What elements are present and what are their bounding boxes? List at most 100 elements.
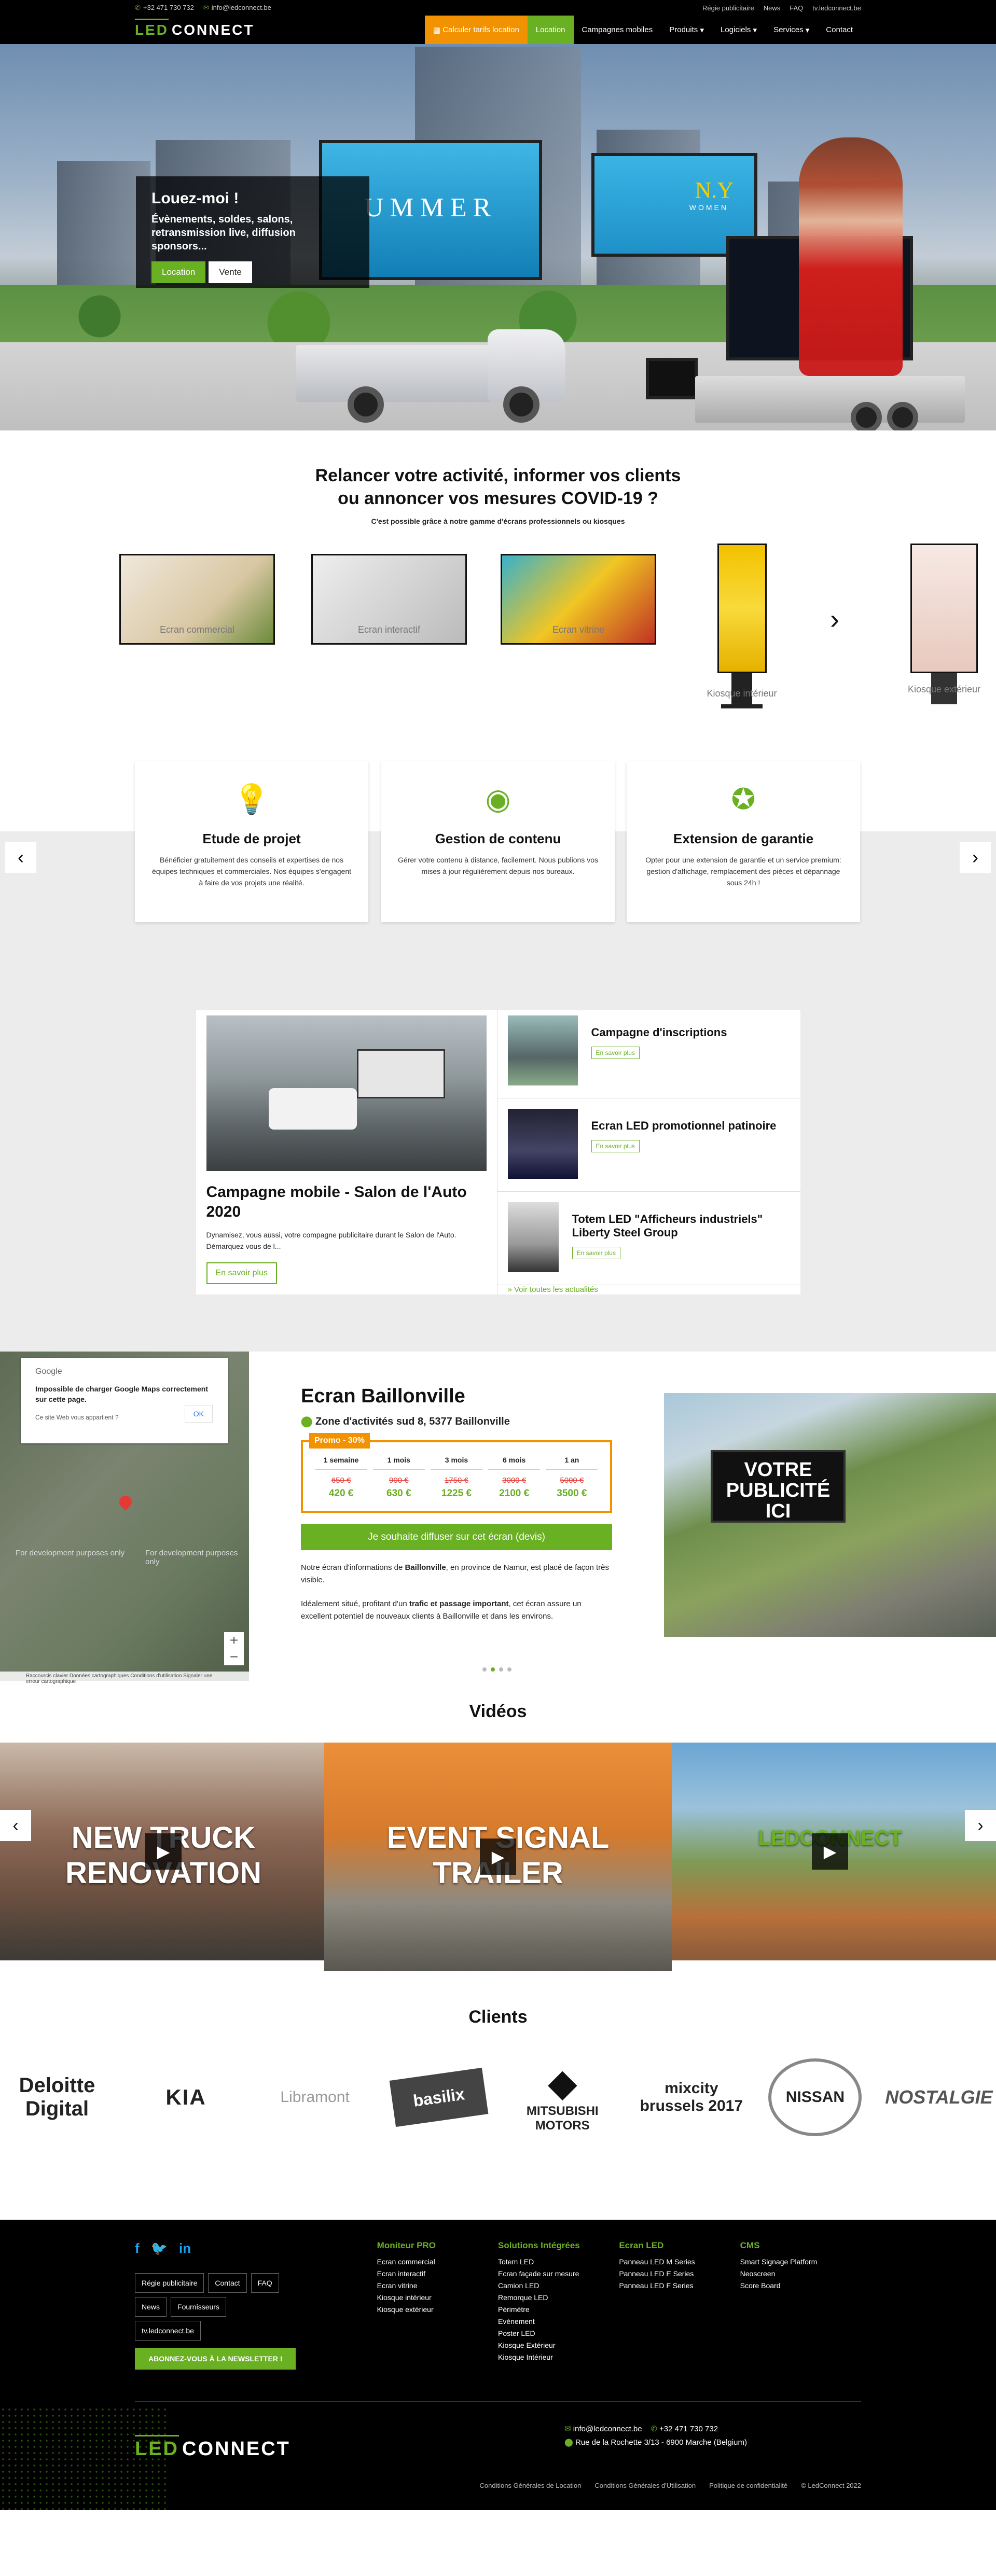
product-ecran-vitrine[interactable]: Ecran vitrine bbox=[501, 544, 656, 645]
price-col: 3 mois 1750 €1225 € bbox=[430, 1456, 482, 1499]
newsletter-button[interactable]: ABONNEZ-VOUS À LA NEWSLETTER ! bbox=[135, 2348, 296, 2370]
carousel-dot[interactable] bbox=[491, 1667, 495, 1672]
chevron-right-icon[interactable]: › bbox=[960, 842, 991, 873]
legal-link-privacy[interactable]: Politique de confidentialité bbox=[709, 2482, 787, 2489]
footer-phone-link[interactable]: +32 471 730 732 bbox=[659, 2425, 718, 2433]
chevron-right-icon[interactable]: › bbox=[965, 1810, 996, 1841]
footer-button-regie[interactable]: Régie publicitaire bbox=[135, 2273, 204, 2293]
read-more-button[interactable]: En savoir plus bbox=[572, 1247, 620, 1259]
price-col: 1 semaine 650 €420 € bbox=[315, 1456, 367, 1499]
nav-contact[interactable]: Contact bbox=[818, 16, 861, 44]
footer-email-link[interactable]: info@ledconnect.be bbox=[573, 2425, 642, 2433]
nav-location[interactable]: Location bbox=[527, 16, 574, 44]
play-icon[interactable]: ▶ bbox=[145, 1833, 182, 1870]
footer-link[interactable]: Poster LED bbox=[498, 2328, 619, 2340]
screen-info: Ecran Baillonville ⬤ Zone d'activités su… bbox=[249, 1352, 664, 1681]
twitter-icon[interactable]: 🐦 bbox=[151, 2240, 168, 2257]
nav-services[interactable]: Services ▾ bbox=[765, 16, 818, 44]
chevron-left-icon[interactable]: ‹ bbox=[0, 1810, 31, 1841]
hero-title: Louez-moi ! bbox=[151, 190, 239, 207]
nav-logiciels[interactable]: Logiciels ▾ bbox=[712, 16, 765, 44]
footer-link[interactable]: Périmètre bbox=[498, 2304, 619, 2316]
product-ecran-interactif[interactable]: Ecran interactif bbox=[311, 544, 467, 645]
video-card[interactable]: NEW TRUCK RENOVATION ▶ bbox=[0, 1743, 327, 1960]
location-button[interactable]: Location bbox=[151, 261, 206, 283]
footer-link[interactable]: Panneau LED M Series bbox=[619, 2256, 740, 2268]
footer-link[interactable]: Panneau LED F Series bbox=[619, 2280, 740, 2292]
footer-link[interactable]: Ecran vitrine bbox=[377, 2280, 498, 2292]
email-link[interactable]: ✉ info@ledconnect.be bbox=[203, 4, 271, 12]
screen-photo: VOTRE PUBLICITÉ ICI bbox=[664, 1393, 996, 1637]
nav-produits[interactable]: Produits ▾ bbox=[661, 16, 712, 44]
footer-link[interactable]: Totem LED bbox=[498, 2256, 619, 2268]
read-more-button[interactable]: En savoir plus bbox=[206, 1262, 277, 1284]
zoom-out-button[interactable]: − bbox=[224, 1649, 244, 1665]
facebook-icon[interactable]: f bbox=[135, 2240, 140, 2257]
price-table: Promo - 30% 1 semaine 650 €420 € 1 mois 90… bbox=[301, 1433, 612, 1513]
legal-link-utilisation[interactable]: Conditions Générales d'Utilisation bbox=[594, 2482, 696, 2489]
nav-campagnes[interactable]: Campagnes mobiles bbox=[574, 16, 661, 44]
map-pin-icon[interactable] bbox=[117, 1493, 134, 1511]
footer-contact: ✉ info@ledconnect.be ✆ +32 471 730 732 ⬤… bbox=[564, 2425, 747, 2447]
ok-button[interactable]: OK bbox=[184, 1405, 213, 1423]
footer-link[interactable]: Kiosque intérieur bbox=[377, 2292, 498, 2304]
footer-link[interactable]: Evènement bbox=[498, 2316, 619, 2328]
phone-icon: ✆ bbox=[135, 4, 141, 11]
led-trailer bbox=[695, 376, 965, 430]
zoom-in-button[interactable]: + bbox=[224, 1632, 244, 1649]
footer-link[interactable]: Camion LED bbox=[498, 2280, 619, 2292]
chevron-right-icon[interactable]: › bbox=[830, 603, 839, 635]
section-title: Vidéos bbox=[469, 1702, 527, 1721]
footer-link[interactable]: Ecran façade sur mesure bbox=[498, 2268, 619, 2280]
feature-card-etude: 💡 Etude de projet Bénéficier gratuitemen… bbox=[135, 761, 368, 922]
map[interactable]: Google Impossible de charger Google Maps… bbox=[0, 1352, 249, 1684]
footer-link[interactable]: Remorque LED bbox=[498, 2292, 619, 2304]
topbar-link-faq[interactable]: FAQ bbox=[790, 4, 803, 12]
footer-link[interactable]: Score Board bbox=[740, 2280, 861, 2292]
footer-link[interactable]: Kiosque extérieur bbox=[377, 2304, 498, 2316]
woman-image bbox=[799, 137, 903, 376]
footer-link[interactable]: Kiosque Extérieur bbox=[498, 2340, 619, 2351]
footer-button-faq[interactable]: FAQ bbox=[251, 2273, 279, 2293]
legal-link-location[interactable]: Conditions Générales de Location bbox=[480, 2482, 582, 2489]
play-icon[interactable]: ▶ bbox=[812, 1833, 848, 1870]
carousel-dot[interactable] bbox=[507, 1667, 511, 1672]
footer-button-tv[interactable]: tv.ledconnect.be bbox=[135, 2321, 201, 2341]
footer-button-contact[interactable]: Contact bbox=[208, 2273, 247, 2293]
footer-link[interactable]: Panneau LED E Series bbox=[619, 2268, 740, 2280]
read-more-button[interactable]: En savoir plus bbox=[591, 1047, 640, 1059]
play-icon[interactable]: ▶ bbox=[480, 1839, 516, 1875]
footer-link[interactable]: Ecran interactif bbox=[377, 2268, 498, 2280]
nav-calc-tarifs[interactable]: ▦ Calculer tarifs location bbox=[424, 16, 528, 44]
news-item[interactable]: Ecran LED promotionnel patinoire En savoi… bbox=[497, 1098, 800, 1192]
linkedin-icon[interactable]: in bbox=[179, 2240, 191, 2257]
footer-button-news[interactable]: News bbox=[135, 2297, 167, 2317]
footer-button-fournisseurs[interactable]: Fournisseurs bbox=[171, 2297, 226, 2317]
topbar-link-news[interactable]: News bbox=[764, 4, 781, 12]
quote-button[interactable]: Je souhaite diffuser sur cet écran (devi… bbox=[301, 1524, 612, 1550]
footer-link[interactable]: Smart Signage Platform bbox=[740, 2256, 861, 2268]
chevron-left-icon[interactable]: ‹ bbox=[5, 842, 36, 873]
carousel-dot[interactable] bbox=[482, 1667, 487, 1672]
carousel-dot[interactable] bbox=[499, 1667, 503, 1672]
news-item[interactable]: Totem LED "Afficheurs industriels" Liber… bbox=[497, 1192, 800, 1285]
footer-link[interactable]: Neoscreen bbox=[740, 2268, 861, 2280]
footer-link[interactable]: Kiosque Intérieur bbox=[498, 2351, 619, 2363]
read-more-button[interactable]: En savoir plus bbox=[591, 1140, 640, 1152]
product-kiosque-exterieur[interactable]: Kiosque extérieur bbox=[866, 544, 996, 704]
video-card[interactable]: LEDCONNECT ▶ bbox=[664, 1743, 996, 1960]
zoom-control: + − bbox=[224, 1632, 244, 1665]
vente-button[interactable]: Vente bbox=[209, 261, 252, 283]
video-card[interactable]: EVENT SIGNAL TRAILER ▶ bbox=[324, 1743, 672, 1971]
product-ecran-commercial[interactable]: Ecran commercial bbox=[119, 544, 275, 645]
topbar-link-tv[interactable]: tv.ledconnect.be bbox=[812, 4, 861, 12]
site-logo[interactable]: LED CONNECT bbox=[135, 18, 254, 38]
see-all-news-link[interactable]: » Voir toutes les actualités bbox=[497, 1278, 608, 1301]
product-kiosque-interieur[interactable]: Kiosque intérieur bbox=[664, 544, 820, 708]
topbar-link-regie[interactable]: Régie publicitaire bbox=[702, 4, 754, 12]
phone-link[interactable]: ✆ +32 471 730 732 bbox=[135, 4, 194, 12]
news-item[interactable]: Campagne d'inscriptions En savoir plus bbox=[497, 1005, 800, 1098]
footer-logo[interactable]: LED CONNECT bbox=[135, 2435, 290, 2460]
footer-link[interactable]: Ecran commercial bbox=[377, 2256, 498, 2268]
section-subtitle: C'est possible grâce à notre gamme d'écr… bbox=[371, 517, 625, 525]
